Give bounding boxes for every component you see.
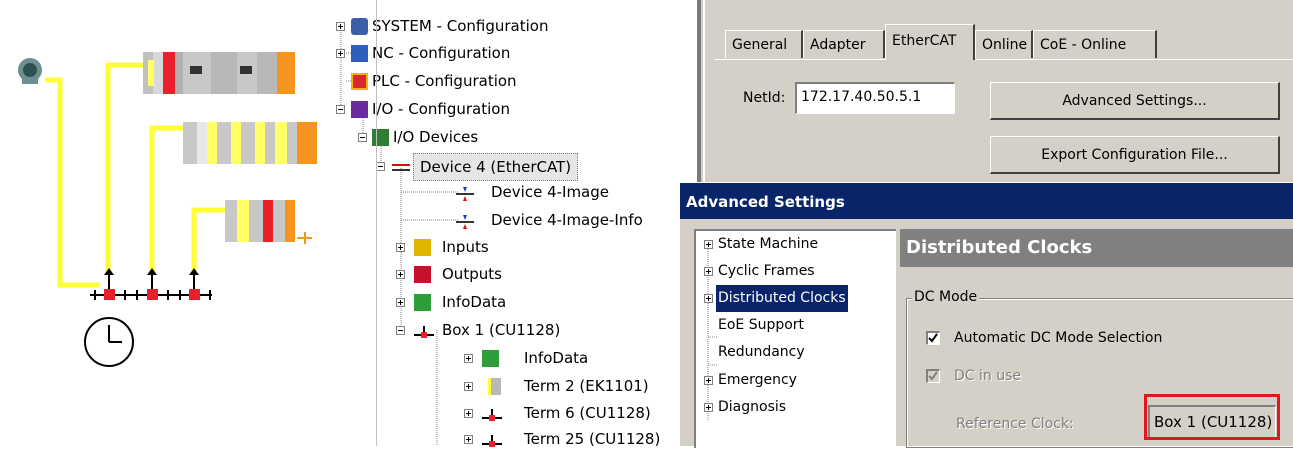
- tree-item-label: Inputs: [442, 238, 489, 256]
- tree-item-label: NC - Configuration: [372, 44, 511, 62]
- tab-general[interactable]: General: [725, 30, 803, 58]
- expand-icon[interactable]: [396, 270, 405, 279]
- nav-item-label: State Machine: [718, 236, 819, 252]
- expand-icon[interactable]: [704, 376, 713, 385]
- outputs-icon: [414, 266, 431, 283]
- box-icon: [414, 322, 434, 339]
- auto-dc-checkbox[interactable]: [926, 331, 940, 345]
- ethercat-module-row-3-icon: [225, 200, 312, 244]
- ethercat-device-icon: [392, 158, 410, 175]
- infodata-icon: [414, 294, 431, 311]
- io-icon: [351, 101, 368, 118]
- expand-icon[interactable]: [336, 22, 345, 31]
- distributed-clock-icon: [84, 317, 134, 367]
- expand-icon[interactable]: [464, 382, 473, 391]
- tab-ethercat[interactable]: EtherCAT: [885, 24, 975, 60]
- plc-icon: [351, 73, 368, 90]
- ethercat-cable: [45, 62, 227, 288]
- advanced-settings-button[interactable]: Advanced Settings...: [990, 82, 1280, 120]
- tree-item-label: InfoData: [524, 349, 589, 367]
- collapse-icon[interactable]: [358, 133, 367, 142]
- expand-icon[interactable]: [704, 294, 713, 303]
- device-properties-panel: General Adapter EtherCAT Online CoE - On…: [705, 0, 1293, 182]
- tree-item-label: Device 4 (EtherCAT): [413, 153, 579, 181]
- system-icon: [351, 18, 368, 35]
- ethercat-module-row-2-icon: [183, 122, 317, 164]
- master-pc-icon: [18, 58, 42, 84]
- expand-icon[interactable]: [464, 354, 473, 363]
- expand-icon[interactable]: [704, 403, 713, 412]
- nav-item-label: Diagnosis: [718, 399, 787, 415]
- nav-item-label: Emergency: [718, 372, 797, 388]
- export-configuration-button[interactable]: Export Configuration File...: [990, 136, 1280, 174]
- tree-item-label: Device 4-Image-Info: [491, 211, 643, 229]
- tree-item-label: Outputs: [442, 265, 502, 283]
- topology-diagram: [0, 0, 330, 446]
- tab-strip-border: [715, 59, 1293, 60]
- tab-adapter[interactable]: Adapter: [803, 30, 885, 58]
- nav-item-label: Redundancy: [718, 344, 805, 360]
- tree-item-label: PLC - Configuration: [372, 72, 517, 90]
- bus-backbone: [90, 268, 212, 300]
- expand-icon[interactable]: [704, 240, 713, 249]
- dc-in-use-label: DC in use: [954, 368, 1021, 384]
- coupler-icon: [482, 431, 502, 448]
- nav-item-label: Distributed Clocks: [716, 285, 848, 312]
- settings-nav-tree[interactable]: State Machine Cyclic Frames Distributed …: [694, 229, 896, 448]
- terminal-icon: [488, 378, 501, 395]
- expand-icon[interactable]: [464, 409, 473, 418]
- netid-field[interactable]: 172.17.40.50.5.1: [795, 82, 955, 114]
- tree-item-label: SYSTEM - Configuration: [372, 17, 549, 35]
- io-devices-icon: [372, 129, 389, 146]
- tab-online[interactable]: Online: [975, 30, 1033, 58]
- nav-item-label: EoE Support: [718, 317, 805, 333]
- reference-clock-label: Reference Clock:: [956, 416, 1074, 432]
- tree-item-label: Term 25 (CU1128): [524, 430, 661, 448]
- tree-item-label: I/O Devices: [393, 128, 479, 146]
- checkmark-icon: [928, 333, 938, 343]
- splitter[interactable]: [697, 0, 703, 182]
- expand-icon[interactable]: [464, 435, 473, 444]
- tree-item-label: Term 6 (CU1128): [524, 404, 651, 422]
- image-icon: [456, 184, 474, 201]
- expand-icon[interactable]: [396, 243, 405, 252]
- collapse-icon[interactable]: [376, 162, 385, 171]
- configuration-tree[interactable]: SYSTEM - Configuration NC - Configuratio…: [330, 0, 680, 448]
- nc-icon: [351, 45, 368, 62]
- inputs-icon: [414, 239, 431, 256]
- collapse-icon[interactable]: [396, 326, 405, 335]
- dc-in-use-checkbox[interactable]: [926, 369, 940, 383]
- dc-mode-legend: DC Mode: [912, 289, 980, 305]
- infodata-icon: [482, 350, 499, 367]
- coupler-icon: [482, 405, 502, 422]
- netid-label: NetId:: [743, 90, 786, 106]
- ethercat-module-row-1-icon: [143, 52, 295, 94]
- tree-item-label: I/O - Configuration: [372, 100, 510, 118]
- topology-diagram-graphic: [18, 52, 317, 367]
- tree-item-label: Term 2 (EK1101): [524, 377, 649, 395]
- image-info-icon: [456, 212, 474, 229]
- section-title: Distributed Clocks: [900, 229, 1293, 267]
- expand-icon[interactable]: [336, 49, 345, 58]
- tab-coe-online[interactable]: CoE - Online: [1033, 30, 1157, 58]
- tree-item-label: Box 1 (CU1128): [442, 321, 561, 339]
- expand-icon[interactable]: [704, 267, 713, 276]
- collapse-icon[interactable]: [336, 105, 345, 114]
- checkmark-icon: [928, 371, 938, 381]
- expand-icon[interactable]: [396, 298, 405, 307]
- tree-border: [376, 0, 377, 446]
- tree-item-label: Device 4-Image: [491, 183, 610, 201]
- tree-item-label: InfoData: [442, 293, 507, 311]
- nav-item-label: Cyclic Frames: [718, 263, 815, 279]
- dialog-title-bar[interactable]: Advanced Settings: [680, 183, 1293, 219]
- auto-dc-label: Automatic DC Mode Selection: [954, 330, 1163, 346]
- highlight-annotation: [1144, 394, 1280, 440]
